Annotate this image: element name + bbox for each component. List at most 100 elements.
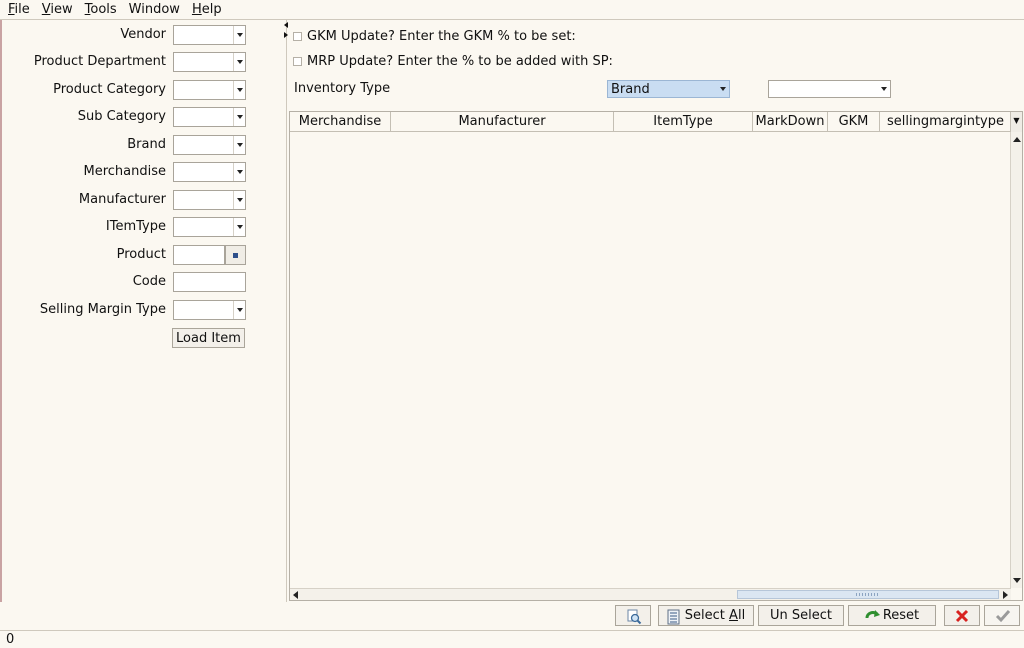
code-row: Code <box>2 271 282 293</box>
menu-file[interactable]: File <box>4 1 34 19</box>
brand-row: Brand <box>2 134 282 156</box>
preview-button[interactable] <box>615 605 651 626</box>
merchandise-combo[interactable] <box>173 162 246 182</box>
unselect-button[interactable]: Un Select <box>758 605 844 626</box>
menu-bar: File View Tools Window Help <box>0 0 1024 20</box>
gkm-update-label: GKM Update? Enter the GKM % to be set: <box>307 28 576 44</box>
column-header-manufacturer[interactable]: Manufacturer <box>391 112 614 131</box>
gkm-update-row: GKM Update? Enter the GKM % to be set: <box>293 27 576 45</box>
ok-button[interactable] <box>984 605 1020 626</box>
table-header: Merchandise Manufacturer ItemType MarkDo… <box>290 112 1011 132</box>
vendor-label: Vendor <box>120 27 166 42</box>
chevron-down-icon[interactable] <box>233 191 245 209</box>
select-all-icon <box>667 609 681 624</box>
column-header-sellingmargintype[interactable]: sellingmargintype <box>880 112 1011 131</box>
chevron-down-icon[interactable] <box>233 26 245 44</box>
product-department-combo[interactable] <box>173 52 246 72</box>
code-label: Code <box>132 274 166 289</box>
gkm-update-checkbox[interactable] <box>293 31 302 41</box>
menu-help-label: elp <box>201 1 222 17</box>
mrp-update-row: MRP Update? Enter the % to be added with… <box>293 52 613 70</box>
reset-button[interactable]: Reset <box>848 605 936 626</box>
inventory-type-value: Brand <box>611 82 650 97</box>
inventory-type-combo[interactable]: Brand <box>607 80 730 98</box>
status-bar: 0 <box>0 630 1024 648</box>
column-header-itemtype[interactable]: ItemType <box>614 112 753 131</box>
product-category-row: Product Category <box>2 79 282 101</box>
menu-view[interactable]: View <box>38 1 77 19</box>
sub-category-row: Sub Category <box>2 106 282 128</box>
column-header-markdown[interactable]: MarkDown <box>753 112 828 131</box>
sub-category-label: Sub Category <box>77 109 166 124</box>
close-icon <box>955 609 969 623</box>
chevron-down-icon[interactable] <box>717 81 729 97</box>
item-type-combo[interactable] <box>173 217 246 237</box>
product-input[interactable] <box>173 245 225 265</box>
inventory-type-label: Inventory Type <box>294 81 391 96</box>
vertical-scrollbar[interactable] <box>1010 132 1022 588</box>
chevron-down-icon[interactable] <box>233 53 245 71</box>
reset-label: Reset <box>882 608 920 623</box>
chevron-down-icon[interactable] <box>233 163 245 181</box>
chevron-down-icon[interactable] <box>233 108 245 126</box>
brand-label: Brand <box>127 137 166 152</box>
load-item-button[interactable]: Load Item <box>172 328 245 348</box>
item-type-label: ITemType <box>105 219 166 234</box>
product-department-label: Product Department <box>33 54 166 69</box>
product-category-combo[interactable] <box>173 80 246 100</box>
checkmark-icon <box>995 609 1011 623</box>
splitter-collapse-icon[interactable] <box>283 22 289 40</box>
menu-window[interactable]: Window <box>125 1 184 19</box>
reset-arrow-icon <box>865 609 880 623</box>
items-table[interactable]: Merchandise Manufacturer ItemType MarkDo… <box>289 111 1023 601</box>
column-chooser-icon[interactable]: ▼ <box>1010 112 1022 132</box>
product-category-label: Product Category <box>53 82 166 97</box>
manufacturer-combo[interactable] <box>173 190 246 210</box>
menu-tools-label: ools <box>90 1 117 17</box>
selling-margin-type-combo[interactable] <box>173 300 246 320</box>
horizontal-scroll-thumb[interactable] <box>737 590 999 599</box>
cancel-button[interactable] <box>944 605 980 626</box>
selling-margin-type-label: Selling Margin Type <box>39 302 166 317</box>
inventory-value-combo[interactable] <box>768 80 891 98</box>
merchandise-label: Merchandise <box>83 164 166 179</box>
product-row: Product <box>2 244 282 266</box>
chevron-down-icon[interactable] <box>233 81 245 99</box>
product-department-row: Product Department <box>2 51 282 73</box>
horizontal-scrollbar[interactable] <box>290 588 1011 600</box>
chevron-down-icon[interactable] <box>878 81 890 97</box>
menu-file-label: ile <box>14 1 30 17</box>
menu-tools[interactable]: Tools <box>81 1 121 19</box>
vendor-row: Vendor <box>2 24 282 46</box>
selling-margin-type-row: Selling Margin Type <box>2 299 282 321</box>
scroll-down-icon[interactable] <box>1013 578 1021 583</box>
chevron-down-icon[interactable] <box>233 301 245 319</box>
status-text: 0 <box>6 632 15 647</box>
item-type-row: ITemType <box>2 216 282 238</box>
scroll-right-icon[interactable] <box>1003 591 1008 599</box>
filter-panel: Vendor Product Department Product Catego… <box>0 20 287 602</box>
menu-help-mnemonic: H <box>191 1 202 17</box>
code-input[interactable] <box>173 272 246 292</box>
manufacturer-row: Manufacturer <box>2 189 282 211</box>
column-header-gkm[interactable]: GKM <box>828 112 880 131</box>
sub-category-combo[interactable] <box>173 107 246 127</box>
magnifier-document-icon <box>626 609 642 624</box>
merchandise-row: Merchandise <box>2 161 282 183</box>
mrp-update-checkbox[interactable] <box>293 56 302 66</box>
menu-view-label: iew <box>50 1 73 17</box>
select-all-button[interactable]: Select All <box>658 605 754 626</box>
vendor-combo[interactable] <box>173 25 246 45</box>
product-label: Product <box>116 247 166 262</box>
column-header-merchandise[interactable]: Merchandise <box>290 112 391 131</box>
chevron-down-icon[interactable] <box>233 136 245 154</box>
scroll-up-icon[interactable] <box>1013 137 1021 142</box>
menu-help[interactable]: Help <box>188 1 226 19</box>
brand-combo[interactable] <box>173 135 246 155</box>
select-all-label: Select All <box>684 608 746 623</box>
product-lookup-button[interactable] <box>225 245 246 265</box>
menu-window-label: Window <box>128 1 180 17</box>
scroll-left-icon[interactable] <box>293 591 298 599</box>
chevron-down-icon[interactable] <box>233 218 245 236</box>
manufacturer-label: Manufacturer <box>78 192 166 207</box>
